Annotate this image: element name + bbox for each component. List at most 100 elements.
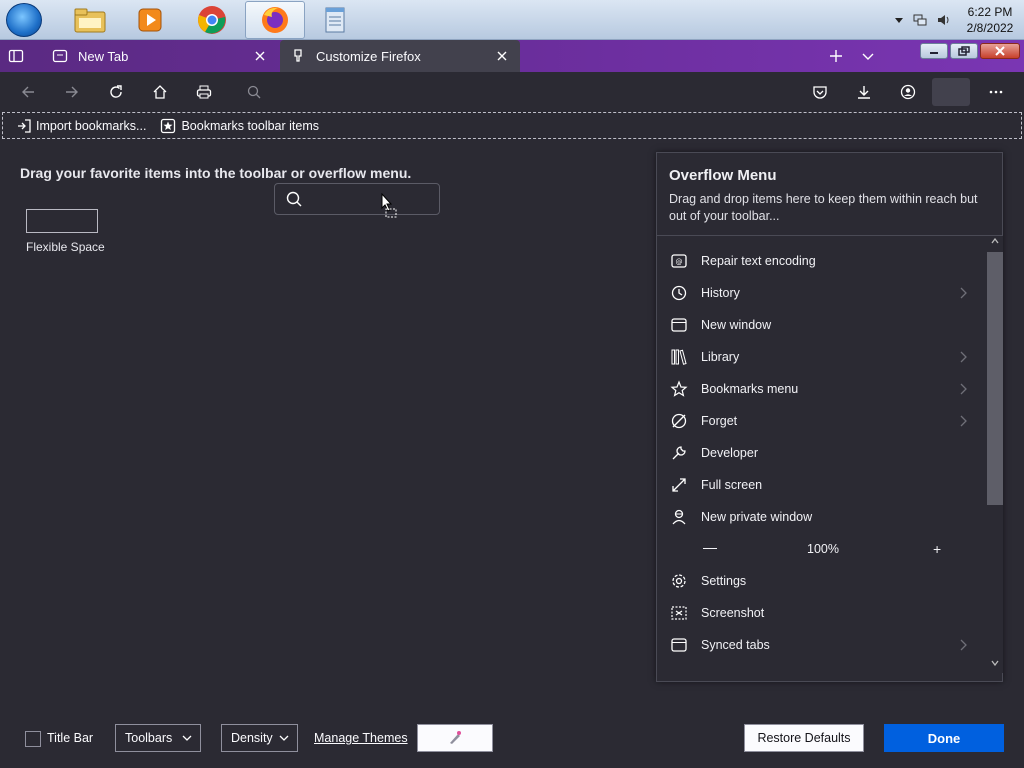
close-window-button[interactable] [980, 43, 1020, 59]
close-tab-icon[interactable] [252, 48, 268, 64]
minimize-button[interactable] [920, 43, 948, 59]
menu-item-label: Screenshot [701, 606, 765, 620]
bookmarks-toolbar-items[interactable]: Bookmarks toolbar items [160, 118, 319, 134]
chevron-right-icon [960, 351, 967, 363]
app-menu-icon[interactable] [984, 80, 1008, 104]
menu-item-label: History [701, 286, 740, 300]
tab-label: New Tab [78, 48, 129, 64]
theme-picker-button[interactable] [417, 724, 493, 752]
zoom-out-button[interactable] [703, 548, 717, 549]
restore-defaults-button[interactable]: Restore Defaults [744, 724, 864, 752]
synced-tabs-icon [671, 638, 687, 652]
chevron-down-icon [279, 735, 289, 741]
downloads-icon[interactable] [852, 80, 876, 104]
taskbar-explorer-icon[interactable] [60, 1, 120, 39]
import-bookmarks-label: Import bookmarks... [36, 118, 147, 133]
zoom-in-button[interactable]: + [933, 541, 941, 557]
volume-icon[interactable] [936, 12, 952, 28]
overflow-menu-title: Overflow Menu [669, 167, 777, 184]
home-icon[interactable] [148, 80, 172, 104]
overflow-menu-list: @ Repair text encoding History New windo… [657, 245, 987, 677]
tab-customize-firefox[interactable]: Customize Firefox [280, 40, 520, 72]
scroll-down-icon[interactable] [991, 660, 999, 666]
encoding-icon: @ [671, 254, 687, 268]
clock-date: 2/8/2022 [966, 21, 1014, 35]
print-icon[interactable] [192, 80, 216, 104]
svg-text:@: @ [676, 258, 683, 266]
menu-item-repair-text-encoding[interactable]: @ Repair text encoding [657, 245, 987, 277]
chevron-down-icon [182, 735, 192, 741]
tray-expand-icon[interactable] [894, 16, 904, 24]
taskbar-notepad-icon[interactable] [305, 1, 365, 39]
overflow-button-placeholder[interactable] [932, 78, 970, 106]
toolbars-dropdown[interactable]: Toolbars [115, 724, 201, 752]
chevron-right-icon [960, 383, 967, 395]
history-icon [671, 285, 687, 301]
sidebar-toggle-icon[interactable] [4, 44, 28, 68]
import-bookmarks-button[interactable]: Import bookmarks... [17, 119, 146, 133]
new-tab-plus-icon[interactable] [824, 44, 848, 68]
tab-new-tab[interactable]: New Tab [44, 40, 278, 72]
screenshot-icon [671, 606, 687, 620]
density-dropdown[interactable]: Density [221, 724, 298, 752]
density-dropdown-label: Density [231, 731, 273, 745]
bookmark-star-icon [161, 118, 176, 133]
pocket-icon[interactable] [808, 80, 832, 104]
menu-item-developer[interactable]: Developer [657, 437, 987, 469]
start-button[interactable] [6, 3, 42, 37]
menu-item-new-window[interactable]: New window [657, 309, 987, 341]
system-clock[interactable]: 6:22 PM 2/8/2022 [960, 4, 1020, 36]
reload-icon[interactable] [104, 80, 128, 104]
menu-item-settings[interactable]: Settings [657, 565, 987, 597]
done-button[interactable]: Done [884, 724, 1004, 752]
menu-item-label: Full screen [701, 478, 763, 492]
bookmarks-toolbar-items-label: Bookmarks toolbar items [181, 118, 320, 133]
title-bar-checkbox[interactable] [25, 731, 41, 747]
menu-item-new-private-window[interactable]: New private window [657, 501, 987, 533]
clock-time: 6:22 PM [967, 5, 1013, 19]
navigation-toolbar [0, 72, 1024, 112]
menu-item-full-screen[interactable]: Full screen [657, 469, 987, 501]
tab-label: Customize Firefox [316, 48, 421, 64]
fullscreen-icon [672, 478, 686, 492]
menu-item-label: Repair text encoding [701, 254, 816, 268]
taskbar-firefox-icon[interactable] [245, 1, 305, 39]
divider [657, 235, 1002, 236]
manage-themes-link[interactable]: Manage Themes [314, 731, 408, 745]
menu-item-history[interactable]: History [657, 277, 987, 309]
menu-item-bookmarks-menu[interactable]: Bookmarks menu [657, 373, 987, 405]
forward-arrow-icon[interactable] [60, 80, 84, 104]
forget-icon [671, 413, 687, 429]
menu-item-screenshot[interactable]: Screenshot [657, 597, 987, 629]
palette-instructions: Drag your favorite items into the toolba… [20, 165, 412, 181]
back-arrow-icon[interactable] [16, 80, 40, 104]
taskbar-chrome-icon[interactable] [182, 1, 242, 39]
toolbars-dropdown-label: Toolbars [125, 731, 173, 745]
window-controls [920, 43, 1020, 59]
close-tab-icon[interactable] [494, 48, 510, 64]
menu-item-forget[interactable]: Forget [657, 405, 987, 437]
scrollbar-thumb[interactable] [987, 252, 1003, 505]
flexible-space-item[interactable] [26, 209, 98, 233]
menu-item-label: Library [701, 350, 740, 364]
zoom-level[interactable]: 100% [807, 542, 839, 556]
menu-item-label: Settings [701, 574, 747, 588]
chevron-right-icon [960, 639, 967, 651]
zoom-controls: 100% + [657, 533, 987, 565]
window-icon [671, 318, 687, 332]
menu-item-label: New window [701, 318, 772, 332]
overflow-scrollbar[interactable] [987, 236, 1003, 673]
account-icon[interactable] [896, 80, 920, 104]
list-all-tabs-icon[interactable] [856, 44, 880, 68]
restore-button[interactable] [950, 43, 978, 59]
menu-item-synced-tabs[interactable]: Synced tabs [657, 629, 987, 661]
network-icon[interactable] [912, 12, 928, 28]
menu-item-label: Bookmarks menu [701, 382, 799, 396]
menu-item-library[interactable]: Library [657, 341, 987, 373]
scroll-up-icon[interactable] [991, 238, 999, 244]
star-icon [670, 380, 688, 397]
bookmarks-toolbar: Import bookmarks... Bookmarks toolbar it… [2, 112, 1022, 139]
search-widget[interactable] [274, 183, 440, 215]
taskbar-media-player-icon[interactable] [120, 1, 180, 39]
address-search-icon[interactable] [242, 80, 266, 104]
